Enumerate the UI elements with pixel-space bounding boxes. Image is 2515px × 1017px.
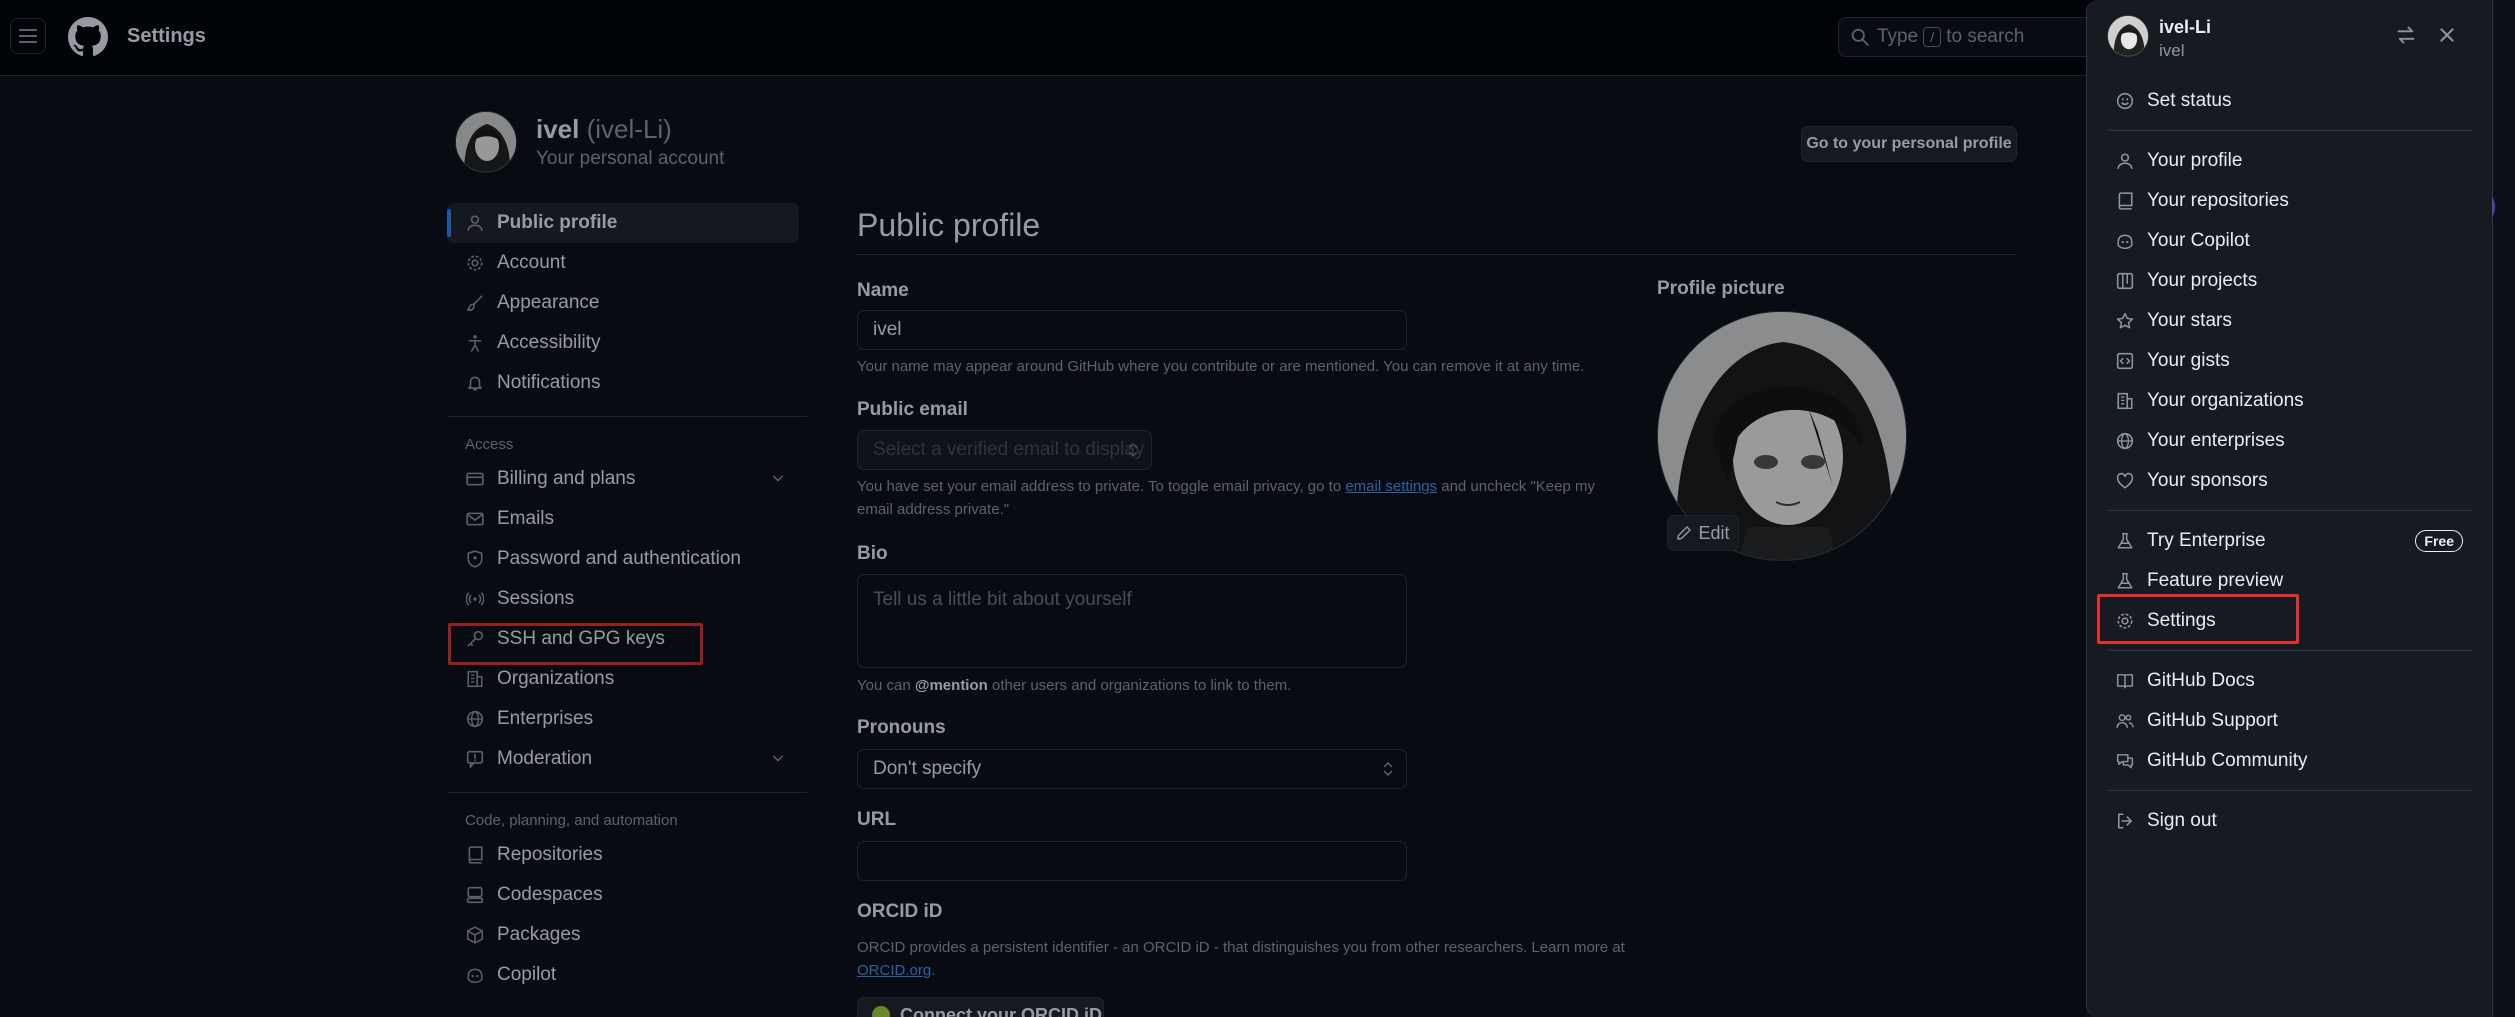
sign-out-icon <box>2115 811 2135 831</box>
menu-item-label: Your organizations <box>2147 390 2304 411</box>
heart-icon <box>2115 471 2135 491</box>
menu-item-label: Your projects <box>2147 270 2258 291</box>
menu-item-label: Set status <box>2147 90 2232 111</box>
comment-discussion-icon <box>2115 751 2135 771</box>
user-menu-list: Set status Your profile Your repositorie… <box>2109 81 2473 841</box>
table-icon <box>2115 271 2135 291</box>
code-square-icon <box>2115 351 2135 371</box>
beaker-icon <box>2115 531 2135 551</box>
person-icon <box>2115 151 2135 171</box>
menu-item-label: GitHub Community <box>2147 750 2308 771</box>
menu-item-label: Sign out <box>2147 810 2217 831</box>
menu-item-your-organizations[interactable]: Your organizations <box>2109 381 2473 421</box>
menu-divider <box>2109 790 2473 791</box>
user-menu-panel: ivel-Li ivel Set status Your profile You… <box>2086 0 2492 1017</box>
copilot-icon <box>2115 231 2135 251</box>
repo-icon <box>2115 191 2135 211</box>
menu-item-label: Feature preview <box>2147 570 2284 591</box>
star-icon <box>2115 311 2135 331</box>
menu-item-your-gists[interactable]: Your gists <box>2109 341 2473 381</box>
menu-item-sign-out[interactable]: Sign out <box>2109 801 2473 841</box>
menu-item-your-repositories[interactable]: Your repositories <box>2109 181 2473 221</box>
switch-account-icon[interactable] <box>2396 25 2416 45</box>
menu-item-label: Your gists <box>2147 350 2230 371</box>
menu-divider <box>2109 130 2473 131</box>
menu-item-github-community[interactable]: GitHub Community <box>2109 741 2473 781</box>
menu-item-set-status[interactable]: Set status <box>2109 81 2473 121</box>
menu-divider <box>2109 650 2473 651</box>
menu-item-your-profile[interactable]: Your profile <box>2109 141 2473 181</box>
menu-item-label: Your Copilot <box>2147 230 2250 251</box>
menu-item-label: Your stars <box>2147 310 2232 331</box>
close-icon[interactable] <box>2437 25 2457 45</box>
browser-side-strip <box>2492 0 2515 1017</box>
menu-divider <box>2109 510 2473 511</box>
menu-item-label: Your profile <box>2147 150 2243 171</box>
people-icon <box>2115 711 2135 731</box>
menu-item-your-copilot[interactable]: Your Copilot <box>2109 221 2473 261</box>
menu-item-label: Your repositories <box>2147 190 2289 211</box>
smiley-icon <box>2115 91 2135 111</box>
menu-item-label: GitHub Docs <box>2147 670 2255 691</box>
menu-item-label: Your sponsors <box>2147 470 2268 491</box>
user-login: ivel-Li <box>2159 17 2212 37</box>
menu-item-your-enterprises[interactable]: Your enterprises <box>2109 421 2473 461</box>
user-avatar <box>2107 15 2149 57</box>
organization-icon <box>2115 391 2135 411</box>
overlay-backdrop[interactable] <box>0 0 2086 1017</box>
menu-item-label: Try Enterprise <box>2147 530 2266 551</box>
menu-item-label: Your enterprises <box>2147 430 2285 451</box>
globe-icon <box>2115 431 2135 451</box>
book-icon <box>2115 671 2135 691</box>
free-badge: Free <box>2415 530 2463 552</box>
beaker-icon <box>2115 571 2135 591</box>
menu-item-try-enterprise[interactable]: Try Enterprise Free <box>2109 521 2473 561</box>
menu-item-github-docs[interactable]: GitHub Docs <box>2109 661 2473 701</box>
menu-item-label: GitHub Support <box>2147 710 2278 731</box>
menu-item-your-sponsors[interactable]: Your sponsors <box>2109 461 2473 501</box>
highlight-settings-menu-item <box>2097 594 2299 644</box>
menu-item-your-stars[interactable]: Your stars <box>2109 301 2473 341</box>
user-name: ivel <box>2159 41 2185 60</box>
menu-item-github-support[interactable]: GitHub Support <box>2109 701 2473 741</box>
menu-item-your-projects[interactable]: Your projects <box>2109 261 2473 301</box>
